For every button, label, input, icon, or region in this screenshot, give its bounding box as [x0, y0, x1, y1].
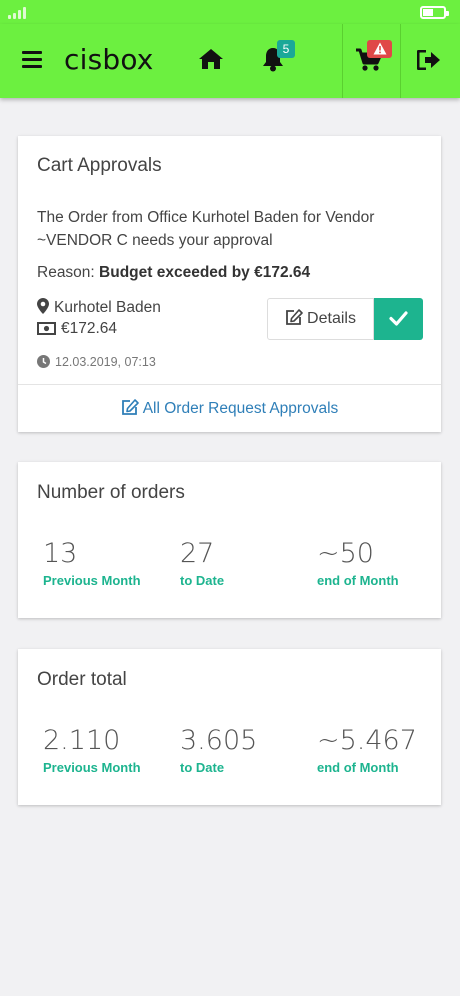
stat-value: 2.110 — [43, 725, 121, 756]
cart-approvals-card: Cart Approvals The Order from Office Kur… — [18, 136, 441, 432]
reason-value: Budget exceeded by €172.64 — [99, 264, 311, 281]
warning-icon — [373, 42, 387, 55]
stat-value: 13 — [43, 538, 78, 569]
stat-end-of-month: ~5.467 end of Month — [317, 725, 417, 775]
clock-icon — [37, 355, 50, 368]
battery-icon — [420, 6, 449, 19]
location-text: Kurhotel Baden — [54, 299, 161, 316]
card-title: Cart Approvals — [37, 155, 162, 176]
stat-previous-month: 2.110 Previous Month — [43, 725, 141, 775]
stat-label: Previous Month — [43, 760, 141, 775]
amount-row: €172.64 — [37, 320, 117, 338]
menu-icon[interactable] — [20, 48, 44, 72]
divider — [18, 384, 441, 385]
stat-label: end of Month — [317, 573, 399, 588]
stat-to-date: 27 to Date — [180, 538, 224, 588]
stat-value: ~5.467 — [317, 725, 417, 756]
location-row: Kurhotel Baden — [37, 298, 161, 317]
edit-icon — [121, 399, 139, 415]
app-brand[interactable]: cisbox — [64, 43, 154, 76]
cart-alert-badge — [367, 40, 392, 58]
timestamp-row: 12.03.2019, 07:13 — [37, 355, 156, 369]
logout-button[interactable] — [400, 24, 460, 98]
stat-value: ~50 — [317, 538, 374, 569]
stat-previous-month: 13 Previous Month — [43, 538, 141, 588]
stat-label: to Date — [180, 573, 225, 588]
stat-label: to Date — [180, 760, 225, 775]
stat-end-of-month: ~50 end of Month — [317, 538, 399, 588]
notifications-button[interactable]: 5 — [252, 24, 302, 98]
home-button[interactable] — [188, 24, 232, 98]
status-bar — [0, 0, 460, 24]
all-approvals-link[interactable]: All Order Request Approvals — [18, 399, 441, 418]
check-icon — [389, 311, 408, 326]
reason-label: Reason: — [37, 264, 95, 281]
home-icon — [199, 49, 223, 69]
card-title: Order total — [37, 669, 127, 690]
notifications-badge: 5 — [277, 40, 295, 58]
top-navbar: cisbox 5 — [0, 24, 460, 98]
map-marker-icon — [37, 298, 49, 314]
approval-reason: Reason: Budget exceeded by €172.64 — [37, 264, 310, 282]
logout-icon — [417, 50, 440, 70]
details-label: Details — [307, 310, 356, 327]
timestamp-text: 12.03.2019, 07:13 — [55, 355, 156, 369]
cart-button[interactable] — [342, 24, 400, 98]
money-icon — [37, 322, 56, 335]
card-title: Number of orders — [37, 482, 185, 503]
stat-value: 3.605 — [180, 725, 258, 756]
stat-to-date: 3.605 to Date — [180, 725, 257, 775]
details-button[interactable]: Details — [267, 298, 374, 340]
approve-button[interactable] — [374, 298, 423, 340]
amount-text: €172.64 — [61, 320, 118, 337]
number-of-orders-card: Number of orders 13 Previous Month 27 to… — [18, 462, 441, 618]
stat-value: 27 — [180, 538, 215, 569]
approval-message: The Order from Office Kurhotel Baden for… — [37, 209, 375, 249]
stat-label: Previous Month — [43, 573, 141, 588]
order-total-card: Order total 2.110 Previous Month 3.605 t… — [18, 649, 441, 805]
signal-icon — [8, 7, 28, 19]
stat-label: end of Month — [317, 760, 399, 775]
edit-icon — [286, 309, 303, 325]
all-approvals-label: All Order Request Approvals — [142, 400, 339, 417]
